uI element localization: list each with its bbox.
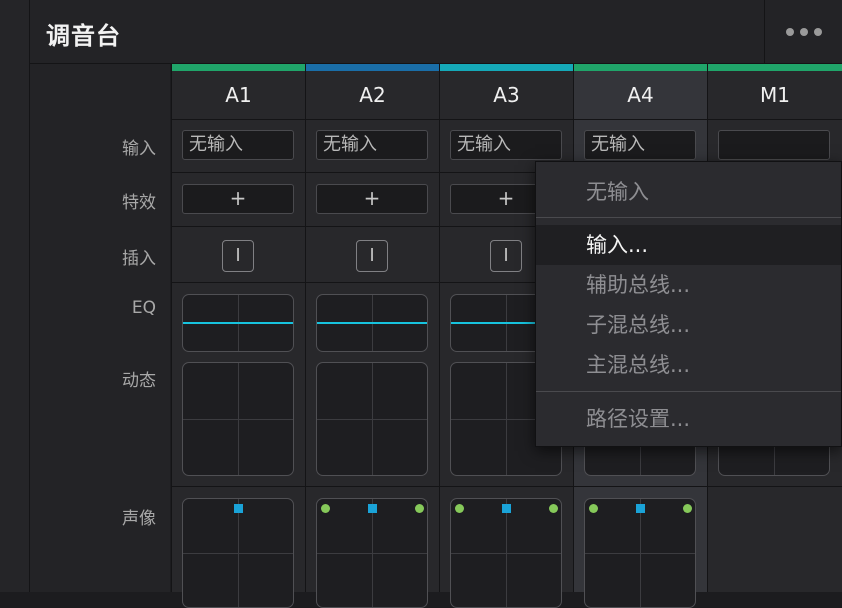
- input-select[interactable]: 无输入: [584, 130, 696, 160]
- eq-graph[interactable]: [182, 294, 294, 352]
- row-label-dynamics: 动态: [122, 371, 156, 391]
- row-divider: [306, 486, 439, 487]
- row-label-input: 输入: [122, 139, 156, 159]
- pan-position-marker[interactable]: [636, 504, 645, 513]
- row-divider: [306, 172, 439, 173]
- menu-item-no-input[interactable]: 无输入: [536, 172, 841, 212]
- more-dot-icon: [813, 28, 822, 36]
- row-label-pan: 声像: [122, 509, 156, 529]
- pan-right-marker: [415, 504, 424, 513]
- pan-position-marker[interactable]: [234, 504, 243, 513]
- channel-strip-a1: A1 无输入 + I: [171, 64, 305, 608]
- row-divider: [306, 282, 439, 283]
- channel-name[interactable]: A1: [172, 71, 305, 120]
- panel-header: [30, 0, 842, 64]
- input-select[interactable]: 无输入: [182, 130, 294, 160]
- row-divider: [708, 486, 842, 487]
- input-routing-menu: 无输入 输入... 辅助总线... 子混总线... 主混总线... 路径设置..…: [535, 161, 842, 447]
- add-effect-button[interactable]: +: [182, 184, 294, 214]
- row-label-eq: EQ: [131, 298, 156, 318]
- menu-divider: [536, 217, 841, 218]
- row-divider: [172, 172, 305, 173]
- eq-curve: [183, 322, 293, 324]
- channel-name[interactable]: A3: [440, 71, 573, 120]
- insert-toggle-button[interactable]: I: [356, 240, 388, 272]
- row-divider: [574, 486, 707, 487]
- input-select[interactable]: 无输入: [450, 130, 562, 160]
- row-divider: [440, 486, 573, 487]
- menu-item-path-settings[interactable]: 路径设置...: [536, 399, 841, 439]
- channel-name[interactable]: M1: [708, 71, 842, 120]
- more-dot-icon: [799, 28, 808, 36]
- channel-color-bar: [306, 64, 439, 71]
- more-dot-icon: [785, 28, 794, 36]
- channel-color-bar: [172, 64, 305, 71]
- dynamics-graph[interactable]: [316, 362, 428, 476]
- pan-position-marker[interactable]: [502, 504, 511, 513]
- input-select[interactable]: [718, 130, 830, 160]
- left-sidebar-strip: [0, 0, 30, 592]
- menu-item-aux-bus[interactable]: 辅助总线...: [536, 265, 841, 305]
- channel-strip-a2: A2 无输入 + I: [305, 64, 439, 608]
- channel-name[interactable]: A2: [306, 71, 439, 120]
- insert-toggle-button[interactable]: I: [222, 240, 254, 272]
- dynamics-graph[interactable]: [182, 362, 294, 476]
- channel-color-bar: [574, 64, 707, 71]
- channel-name[interactable]: A4: [574, 71, 707, 120]
- row-divider: [172, 282, 305, 283]
- channel-color-bar: [440, 64, 573, 71]
- menu-item-input[interactable]: 输入...: [536, 225, 841, 265]
- input-select[interactable]: 无输入: [316, 130, 428, 160]
- pan-left-marker: [455, 504, 464, 513]
- channel-color-bar: [708, 64, 842, 71]
- pan-left-marker: [589, 504, 598, 513]
- pan-right-marker: [549, 504, 558, 513]
- row-label-effects: 特效: [122, 193, 156, 213]
- panel-title: 调音台: [46, 22, 121, 50]
- pan-right-marker: [683, 504, 692, 513]
- pan-left-marker: [321, 504, 330, 513]
- eq-curve: [317, 322, 427, 324]
- insert-toggle-button[interactable]: I: [490, 240, 522, 272]
- row-divider: [306, 226, 439, 227]
- more-options-button[interactable]: [764, 0, 842, 64]
- add-effect-button[interactable]: +: [316, 184, 428, 214]
- row-divider: [172, 486, 305, 487]
- menu-item-main-bus[interactable]: 主混总线...: [536, 345, 841, 385]
- pan-position-marker[interactable]: [368, 504, 377, 513]
- row-divider: [172, 226, 305, 227]
- row-label-insert: 插入: [122, 249, 156, 269]
- menu-item-submix-bus[interactable]: 子混总线...: [536, 305, 841, 345]
- menu-divider: [536, 391, 841, 392]
- eq-graph[interactable]: [316, 294, 428, 352]
